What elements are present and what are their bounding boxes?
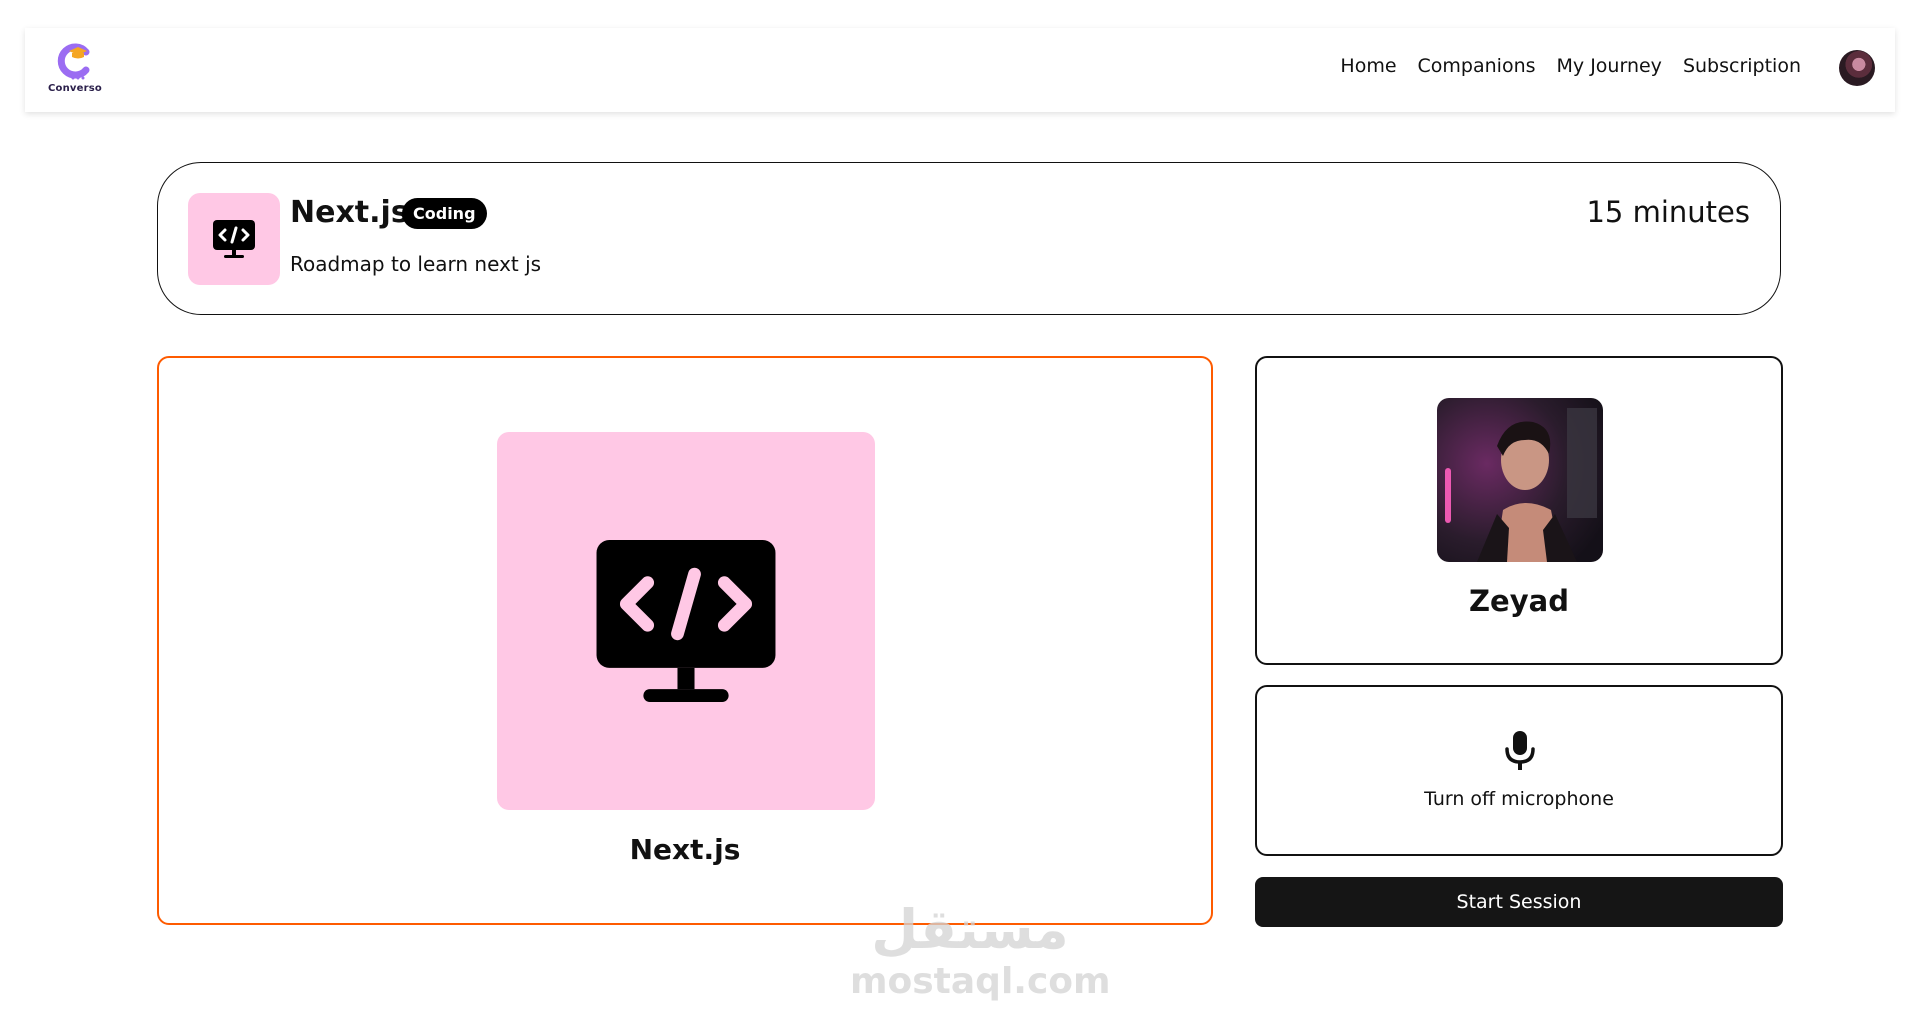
user-name: Zeyad (1469, 584, 1569, 618)
microphone-icon (1505, 731, 1535, 770)
converso-logo-icon (57, 43, 90, 80)
companion-header-card: Next.js Coding Roadmap to learn next js … (157, 162, 1781, 315)
watermark-latin: mostaql.com (850, 961, 1111, 1002)
session-duration: 15 minutes (1586, 195, 1750, 229)
watermark: مستقل mostaql.com (850, 898, 1111, 1018)
nav-link-home[interactable]: Home (1340, 55, 1396, 77)
companion-name: Next.js (629, 833, 741, 866)
companion-panel: Next.js (157, 356, 1213, 925)
logo[interactable]: Converso (47, 39, 103, 99)
logo-text: Converso (48, 83, 102, 94)
nav-link-companions[interactable]: Companions (1418, 55, 1536, 77)
top-navbar: Converso Home Companions My Journey Subs… (25, 28, 1895, 112)
microphone-label: Turn off microphone (1424, 788, 1614, 810)
user-photo (1437, 398, 1603, 562)
companion-title: Next.js (290, 195, 409, 230)
companion-topic: Roadmap to learn next js (290, 252, 542, 276)
microphone-toggle-button[interactable]: Turn off microphone (1255, 685, 1783, 856)
subject-icon-box (188, 193, 280, 285)
user-card: Zeyad (1255, 356, 1783, 665)
companion-avatar-box (497, 432, 875, 810)
nav-link-my-journey[interactable]: My Journey (1557, 55, 1662, 77)
code-monitor-icon (213, 220, 255, 258)
nav-links: Home Companions My Journey Subscription (1340, 55, 1801, 77)
nav-link-subscription[interactable]: Subscription (1683, 55, 1801, 77)
subject-badge: Coding (402, 198, 487, 229)
user-photo-image (1437, 398, 1603, 562)
user-avatar-button[interactable] (1839, 50, 1875, 86)
watermark-arabic: مستقل (871, 898, 1069, 961)
code-monitor-icon (596, 540, 776, 702)
start-session-button[interactable]: Start Session (1255, 877, 1783, 927)
